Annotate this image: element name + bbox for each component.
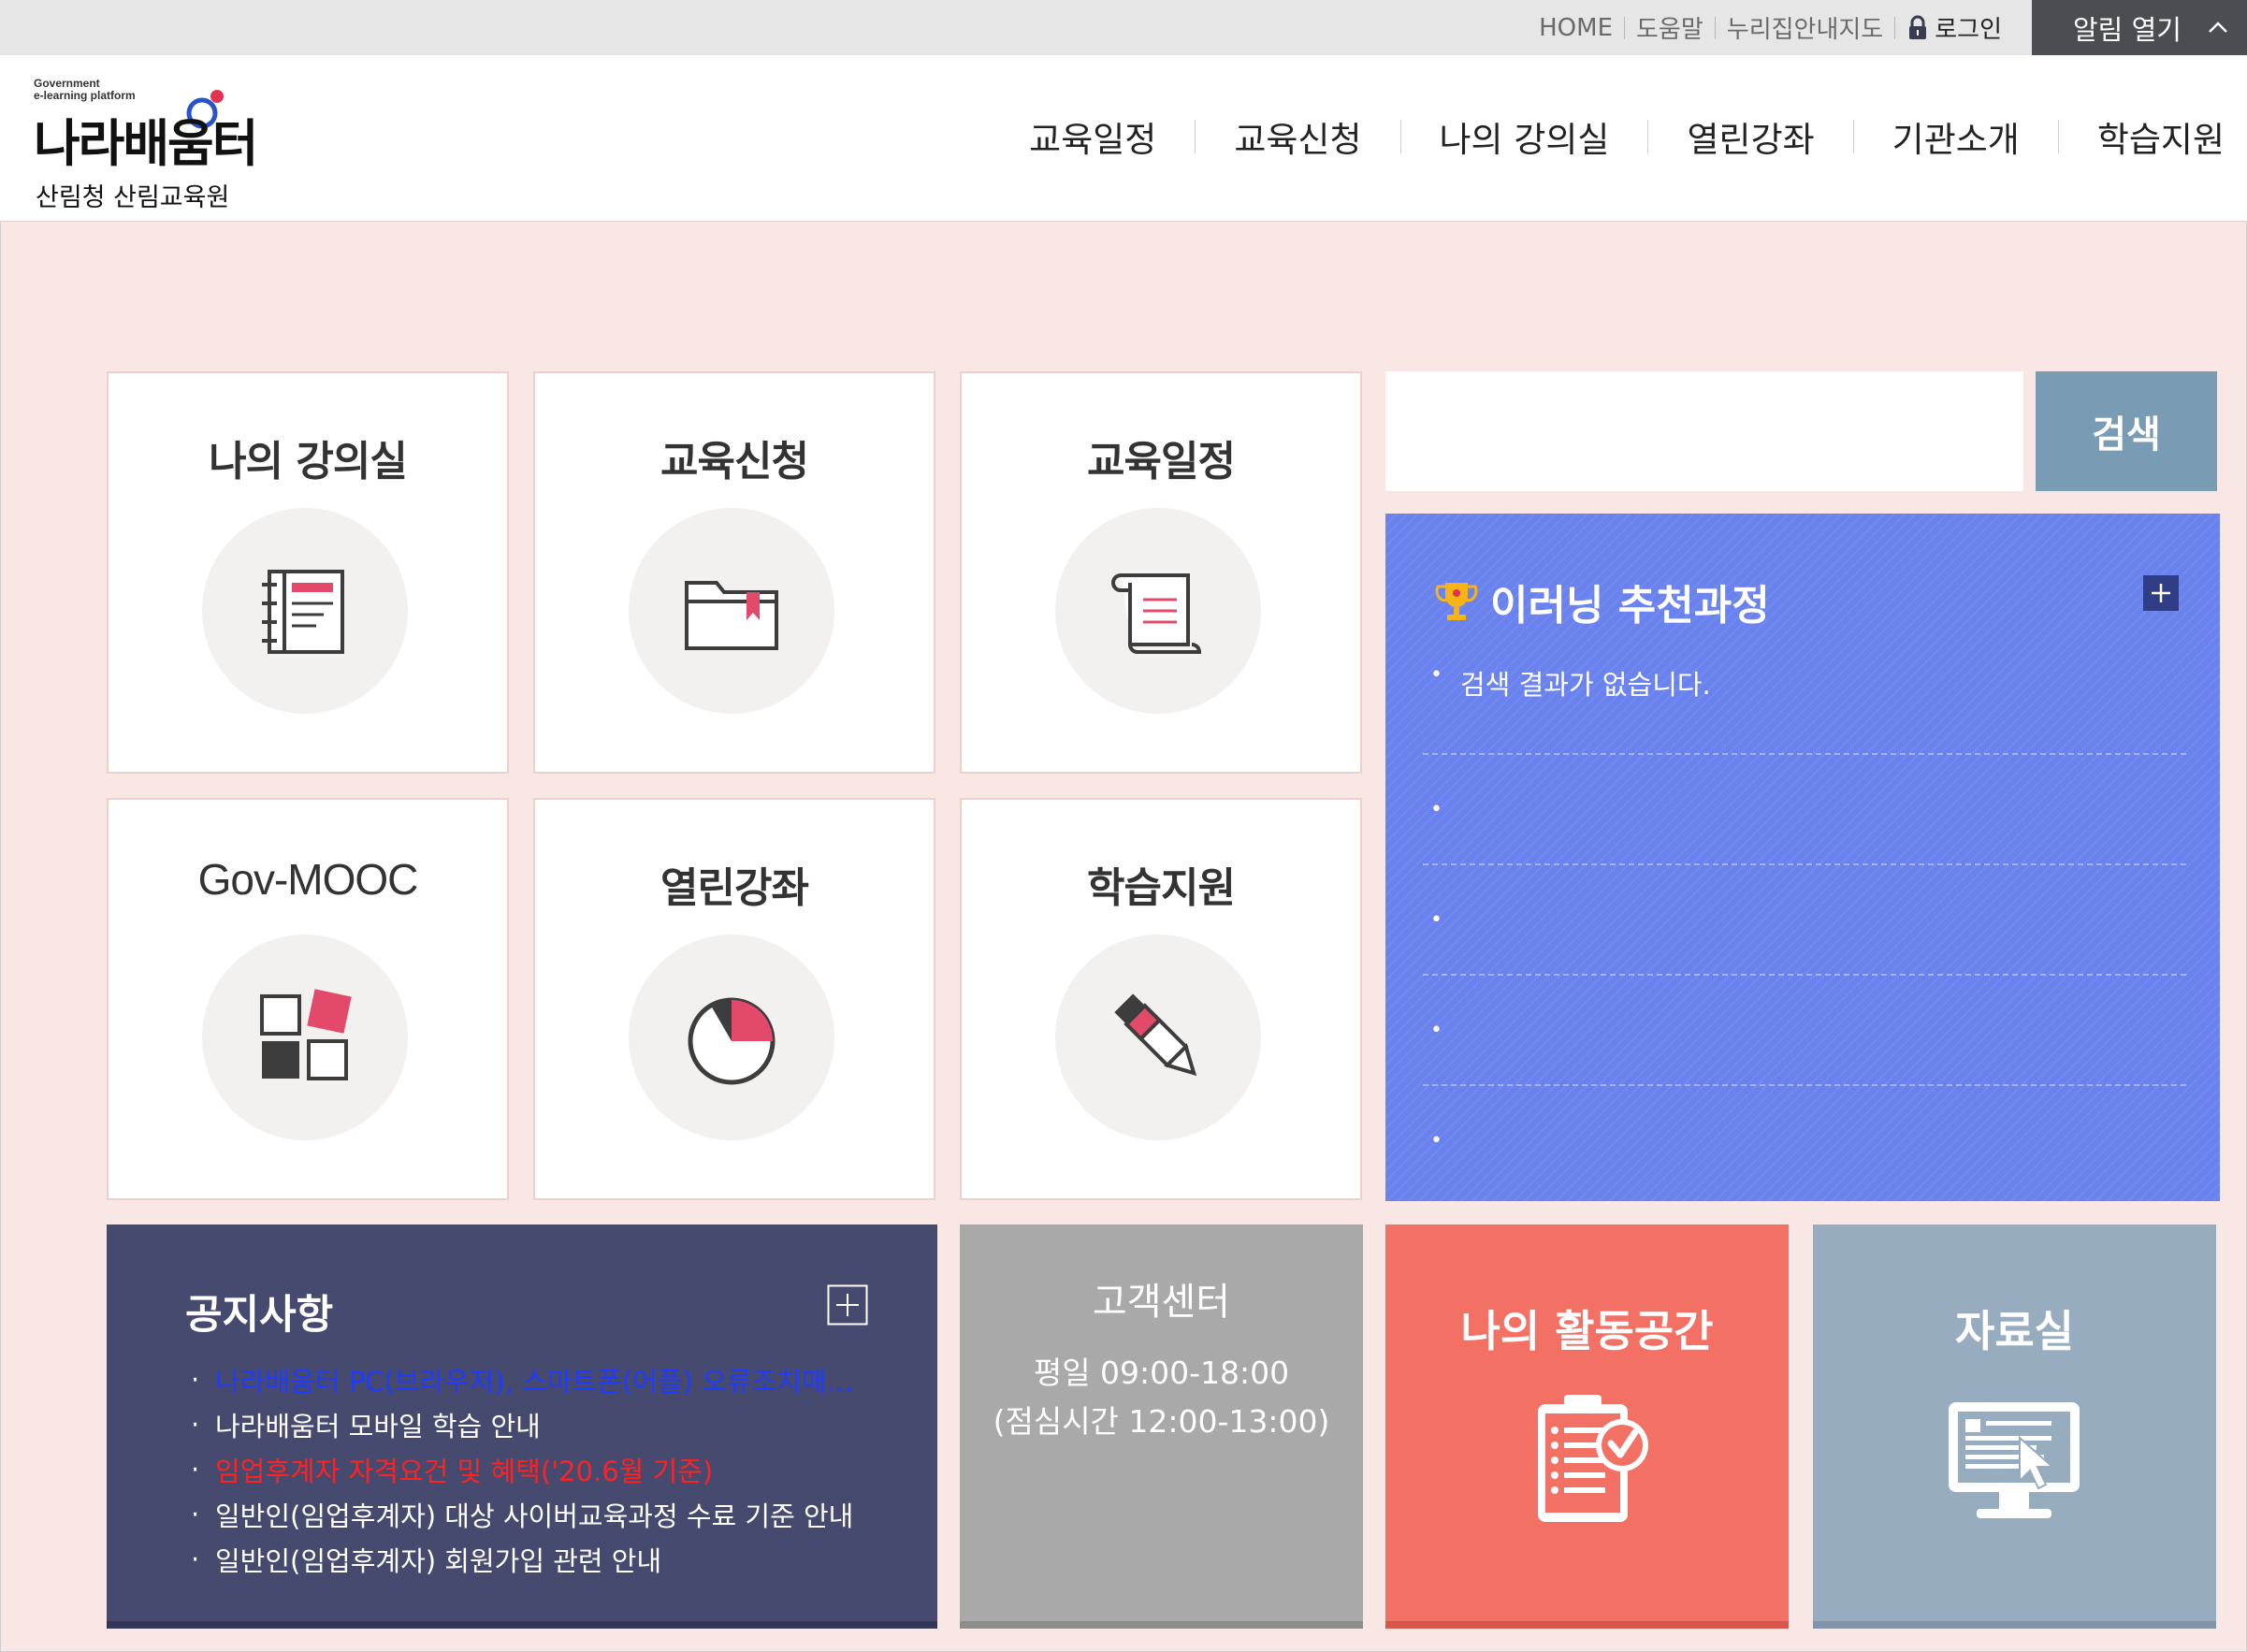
notice-more-button[interactable] <box>827 1284 868 1326</box>
list-item: • 검색 결과가 없습니다. <box>1423 663 2186 755</box>
customer-center-hours: 평일 09:00-18:00 <box>1033 1355 1290 1391</box>
tile-my-classroom[interactable]: 나의 강의실 <box>107 371 509 774</box>
login-label: 로그인 <box>1935 16 2002 44</box>
org-name: 산림청 산림교육원 <box>36 183 230 212</box>
tile-open-lecture[interactable]: 열린강좌 <box>533 798 935 1200</box>
notice-item-text: 일반인(임업후계자) 회원가입 관련 안내 <box>215 1545 662 1577</box>
tile-label: Gov-MOOC <box>197 855 419 904</box>
nav-item-apply[interactable]: 교육신청 <box>1196 111 1399 162</box>
list-item: • <box>1423 755 2186 865</box>
tile-learning-support[interactable]: 학습지원 <box>960 798 1362 1200</box>
logo-tagline-line2: e-learning platform <box>34 89 136 102</box>
notice-item-text: 나라배움터 PC(브라우저), 스마트폰(어플) 오류조치매… <box>215 1366 854 1398</box>
notice-item[interactable]: · 나라배움터 모바일 학습 안내 <box>191 1402 900 1447</box>
notice-item[interactable]: · 일반인(임업후계자) 회원가입 관련 안내 <box>191 1537 900 1582</box>
bullet: • <box>1430 663 1442 687</box>
main-nav: 교육일정 교육신청 나의 강의실 열린강좌 기관소개 학습지원 <box>991 111 2225 162</box>
lock-icon <box>1909 15 1927 39</box>
search-button[interactable]: 검색 <box>2036 371 2217 491</box>
notice-list: · 나라배움터 PC(브라우저), 스마트폰(어플) 오류조치매… · 나라배움… <box>191 1357 900 1582</box>
bullet: • <box>1430 797 1442 821</box>
notice-item-text: 일반인(임업후계자) 대상 사이버교육과정 수료 기준 안내 <box>215 1500 854 1532</box>
sitemap-link[interactable]: 누리집안내지도 <box>1727 10 1883 45</box>
divider <box>1624 16 1626 39</box>
blocks-icon <box>260 989 352 1080</box>
tile-gov-mooc[interactable]: Gov-MOOC <box>107 798 509 1200</box>
recommend-item-text: 검색 결과가 없습니다. <box>1460 669 1711 701</box>
nav-item-open-lecture[interactable]: 열린강좌 <box>1648 111 1852 162</box>
recommend-title: 이러닝 추천과정 <box>1432 572 1770 631</box>
tile-label: 교육일정 <box>1087 438 1236 485</box>
notice-item[interactable]: · 임업후계자 자격요건 및 혜택('20.6월 기준) <box>191 1447 900 1492</box>
bullet: • <box>1430 1018 1442 1042</box>
tile-icon-circle <box>202 935 408 1140</box>
bullet: · <box>191 1499 200 1530</box>
bullet: · <box>191 1454 200 1485</box>
nav-item-learning-support[interactable]: 학습지원 <box>2059 111 2225 162</box>
tile-apply[interactable]: 교육신청 <box>533 371 935 774</box>
utility-bar: HOME 도움말 누리집안내지도 로그인 알림 열기 <box>0 0 2247 55</box>
bullet: • <box>1430 1128 1442 1152</box>
tile-label: 나의 강의실 <box>209 438 408 485</box>
login-link[interactable]: 로그인 <box>1906 10 2002 45</box>
recommend-title-label: 이러닝 추천과정 <box>1490 582 1770 630</box>
home-link[interactable]: HOME <box>1539 14 1613 42</box>
alarm-label: 알림 열기 <box>2073 13 2182 46</box>
monitor-icon <box>1949 1402 2080 1518</box>
tile-label: 학습지원 <box>1087 864 1236 912</box>
folder-icon <box>685 581 778 650</box>
notice-panel: 공지사항 · 나라배움터 PC(브라우저), 스마트폰(어플) 오류조치매… ·… <box>107 1225 937 1629</box>
logo-name: 나라배움터 <box>34 114 258 173</box>
search-input[interactable] <box>1385 371 2023 491</box>
customer-center[interactable]: 고객센터 평일 09:00-18:00 (점심시간 12:00-13:00) <box>960 1225 1363 1629</box>
divider <box>1894 16 1896 39</box>
logo[interactable]: Government e-learning platform 나라배움터 산림청… <box>34 66 314 216</box>
bullet: · <box>191 1409 200 1441</box>
notice-item[interactable]: · 일반인(임업후계자) 대상 사이버교육과정 수료 기준 안내 <box>191 1492 900 1537</box>
trophy-icon <box>1435 583 1478 620</box>
alarm-open-button[interactable]: 알림 열기 <box>2032 0 2247 55</box>
tile-label: 교육신청 <box>660 438 809 485</box>
nav-item-my-classroom[interactable]: 나의 강의실 <box>1401 111 1648 162</box>
list-item: • <box>1423 1086 2186 1195</box>
notice-item-text: 임업후계자 자격요건 및 혜택('20.6월 기준) <box>215 1456 714 1487</box>
tile-icon-circle <box>202 508 408 714</box>
tile-icon-circle <box>629 508 834 714</box>
customer-center-lunch: (점심시간 12:00-13:00) <box>993 1403 1330 1440</box>
recommend-panel: 이러닝 추천과정 • 검색 결과가 없습니다. • • • • <box>1385 514 2220 1201</box>
notice-item-text: 나라배움터 모바일 학습 안내 <box>215 1411 541 1442</box>
utility-links: HOME 도움말 누리집안내지도 로그인 <box>1539 0 2002 55</box>
tile-my-activity[interactable]: 나의 활동공간 <box>1385 1225 1789 1629</box>
scroll-icon <box>1111 573 1202 654</box>
nav-item-schedule[interactable]: 교육일정 <box>991 111 1195 162</box>
bullet: · <box>191 1543 200 1575</box>
customer-center-title: 고객센터 <box>1092 1281 1231 1324</box>
pie-icon <box>688 997 776 1085</box>
tile-icon-circle <box>1055 935 1261 1140</box>
pencil-icon <box>1114 993 1197 1077</box>
tile-label: 자료실 <box>1955 1306 2074 1356</box>
recommend-list: • 검색 결과가 없습니다. • • • • <box>1423 663 2186 1195</box>
list-item: • <box>1423 976 2186 1086</box>
tile-label: 나의 활동공간 <box>1460 1306 1714 1356</box>
list-item: • <box>1423 865 2186 976</box>
tile-icon-circle <box>629 935 834 1140</box>
bullet: · <box>191 1364 200 1396</box>
help-link[interactable]: 도움말 <box>1636 10 1703 45</box>
clipboard-check-icon <box>1538 1395 1648 1522</box>
tile-label: 열린강좌 <box>660 864 809 912</box>
tile-archive[interactable]: 자료실 <box>1813 1225 2216 1629</box>
bullet: • <box>1430 907 1442 932</box>
site-header: Government e-learning platform 나라배움터 산림청… <box>0 55 2247 222</box>
notice-title: 공지사항 <box>185 1292 334 1339</box>
logo-tagline: Government e-learning platform <box>34 78 136 102</box>
recommend-more-button[interactable] <box>2143 575 2179 611</box>
tile-icon-circle <box>1055 508 1261 714</box>
chevron-up-icon <box>2209 22 2227 33</box>
nav-item-about[interactable]: 기관소개 <box>1854 111 2058 162</box>
tile-schedule[interactable]: 교육일정 <box>960 371 1362 774</box>
notice-item[interactable]: · 나라배움터 PC(브라우저), 스마트폰(어플) 오류조치매… <box>191 1357 900 1402</box>
notebook-icon <box>262 570 344 654</box>
divider <box>1714 16 1716 39</box>
